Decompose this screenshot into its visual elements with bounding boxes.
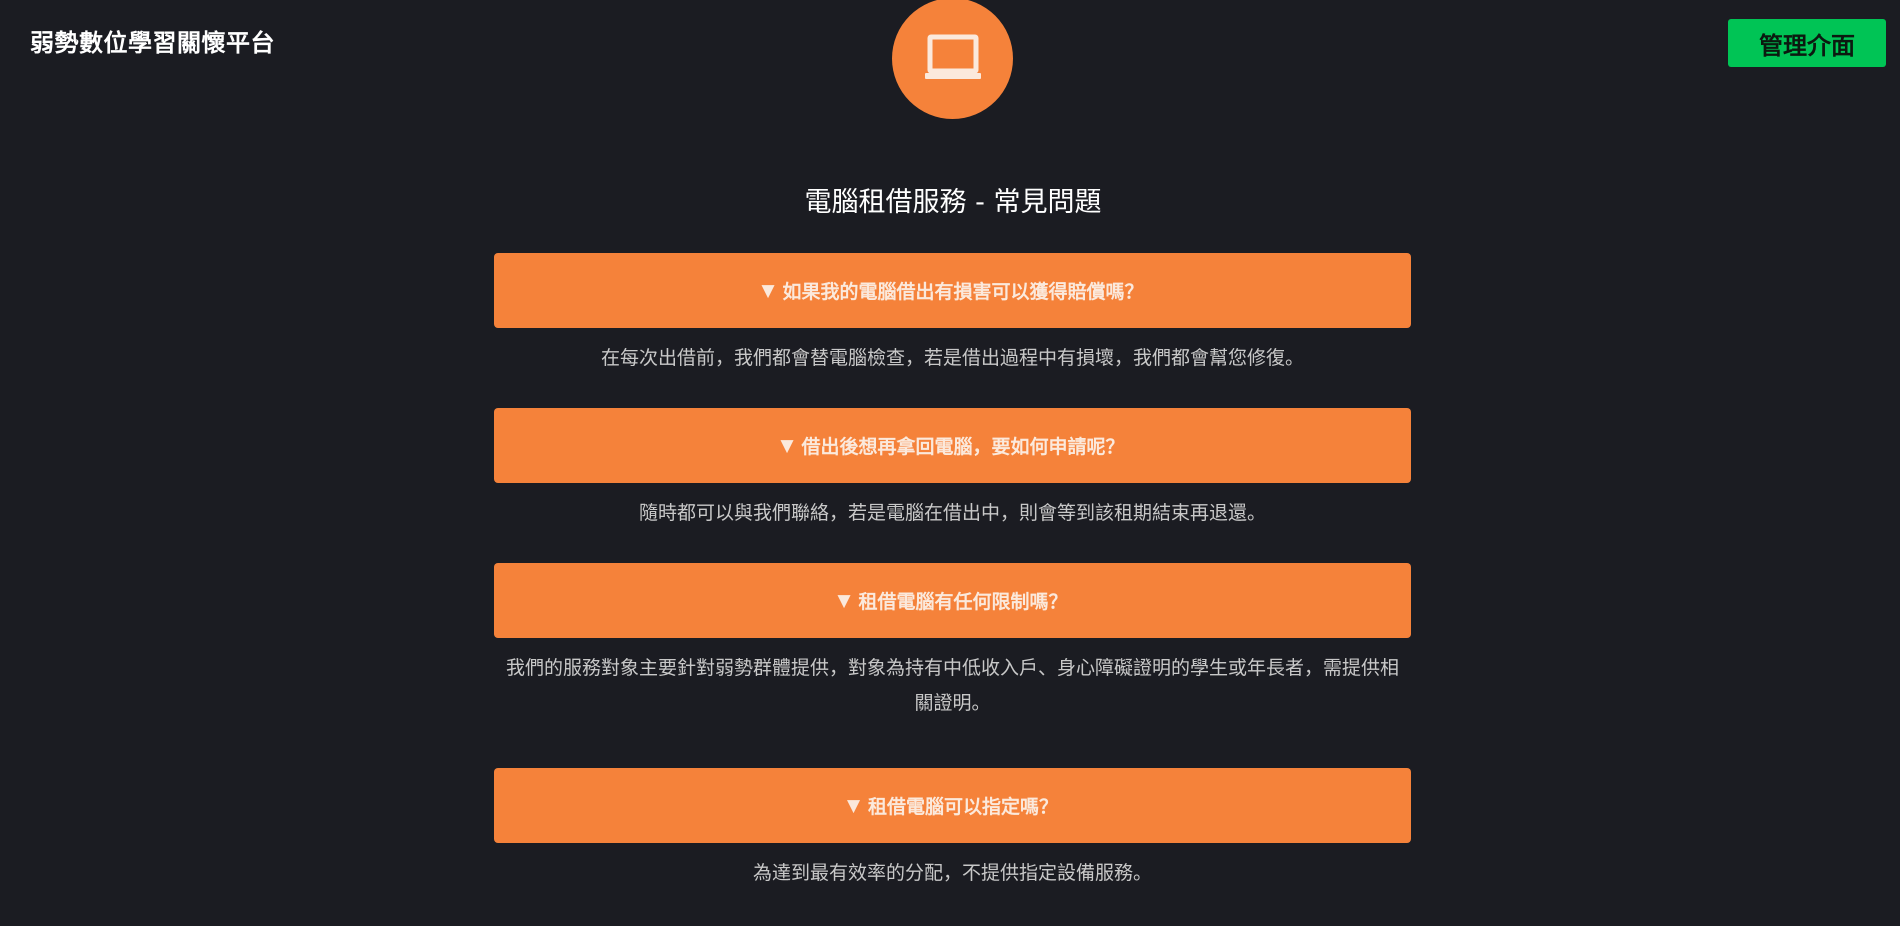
faq-question-toggle[interactable]: ▼ 租借電腦可以指定嗎？ [494, 768, 1411, 843]
faq-item: ▼ 借出後想再拿回電腦，要如何申請呢？ 隨時都可以與我們聯絡，若是電腦在借出中，… [494, 408, 1411, 563]
caret-down-icon: ▼ [837, 590, 851, 611]
admin-button[interactable]: 管理介面 [1728, 19, 1886, 67]
faq-item: ▼ 如果我的電腦借出有損害可以獲得賠償嗎？ 在每次出借前，我們都會替電腦檢查，若… [494, 253, 1411, 408]
faq-answer: 為達到最有效率的分配，不提供指定設備服務。 [752, 862, 1152, 884]
site-title: 弱勢數位學習關懷平台 [30, 29, 275, 57]
caret-down-icon: ▼ [780, 435, 794, 456]
caret-down-icon: ▼ [846, 795, 861, 816]
laptop-icon [924, 34, 981, 79]
faq-question-label: 借出後想再拿回電腦，要如何申請呢？ [801, 436, 1125, 458]
faq-question-label: 租借電腦有任何限制嗎？ [858, 591, 1068, 613]
faq-question-label: 如果我的電腦借出有損害可以獲得賠償嗎？ [782, 281, 1144, 303]
faq-list: ▼ 如果我的電腦借出有損害可以獲得賠償嗎？ 在每次出借前，我們都會替電腦檢查，若… [494, 253, 1411, 923]
faq-question-toggle[interactable]: ▼ 如果我的電腦借出有損害可以獲得賠償嗎？ [494, 253, 1411, 328]
logo [892, 0, 1013, 119]
caret-down-icon: ▼ [761, 280, 775, 301]
faq-question-label: 租借電腦可以指定嗎？ [868, 796, 1059, 818]
faq-answer: 我們的服務對象主要針對弱勢群體提供，對象為持有中低收入戶、身心障礙證明的學生或年… [505, 657, 1399, 714]
faq-item: ▼ 租借電腦有任何限制嗎？ 我們的服務對象主要針對弱勢群體提供，對象為持有中低收… [494, 563, 1411, 768]
faq-item: ▼ 租借電腦可以指定嗎？ 為達到最有效率的分配，不提供指定設備服務。 [494, 768, 1411, 923]
faq-question-toggle[interactable]: ▼ 借出後想再拿回電腦，要如何申請呢？ [494, 408, 1411, 483]
faq-question-toggle[interactable]: ▼ 租借電腦有任何限制嗎？ [494, 563, 1411, 638]
faq-answer: 隨時都可以與我們聯絡，若是電腦在借出中，則會等到該租期結束再退還。 [638, 502, 1266, 524]
faq-answer: 在每次出借前，我們都會替電腦檢查，若是借出過程中有損壞，我們都會幫您修復。 [600, 347, 1304, 369]
page-title: 電腦租借服務 - 常見問題 [804, 187, 1102, 218]
